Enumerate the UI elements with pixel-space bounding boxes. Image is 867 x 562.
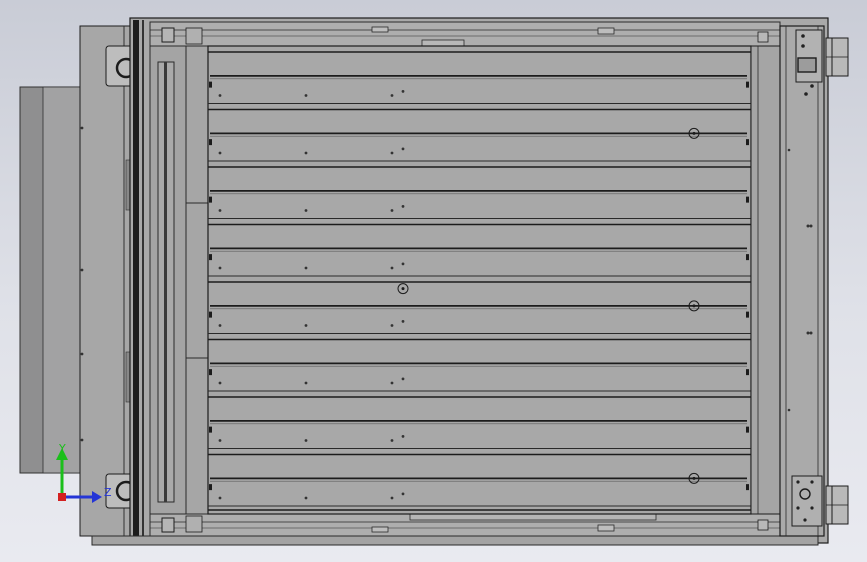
rivet-dot: [304, 266, 308, 270]
rivet-dot: [218, 381, 222, 385]
rivet-dot: [390, 439, 394, 442]
rivet-dot: [218, 439, 222, 442]
blade-end-notch-right: [746, 139, 749, 146]
triad-z-label: Z: [104, 486, 112, 499]
blade-end-notch-left: [209, 426, 212, 433]
rivet-dot: [304, 209, 308, 212]
blade-end-notch-right: [746, 426, 749, 433]
rivet-dot: [304, 324, 308, 327]
blade-bearing-center: [401, 287, 405, 291]
rivet-dot: [390, 151, 394, 155]
blade-end-notch-right: [746, 196, 749, 203]
blade-end-notch-right: [746, 254, 749, 261]
rivet-dot: [390, 94, 394, 97]
rivet-dot: [218, 496, 222, 500]
rivet-dot: [218, 209, 222, 212]
rivet-dot: [401, 435, 405, 438]
blade-bearing-center: [692, 131, 696, 135]
blade-end-notch-left: [209, 369, 212, 376]
rivet-dot: [218, 151, 222, 155]
rivet-dot: [401, 147, 405, 151]
right-hinge-bottom[interactable]: [791, 475, 849, 527]
cad-graphics-viewport[interactable]: Y Z: [0, 0, 867, 562]
rivet-dot: [390, 209, 394, 212]
rivet-dot: [304, 439, 308, 442]
rivet-dot: [218, 266, 222, 270]
blade-end-notch-right: [746, 369, 749, 376]
rivet-dot: [401, 492, 405, 496]
blade-end-notch-left: [209, 254, 212, 261]
rivet-dot: [304, 94, 308, 97]
blade-end-notch-right: [746, 484, 749, 491]
rivet-dot: [401, 262, 405, 266]
left-protruding-block[interactable]: [19, 86, 81, 474]
rivet-dot: [304, 381, 308, 385]
rivet-dot: [401, 90, 405, 93]
left-housing[interactable]: [79, 25, 132, 537]
blade-end-notch-left: [209, 139, 212, 146]
cad-model-drawing[interactable]: [0, 0, 867, 562]
triad-y-label: Y: [59, 442, 66, 455]
blade-end-notch-left: [209, 81, 212, 88]
blade-end-notch-right: [746, 311, 749, 318]
blade-bearing-center: [692, 476, 696, 480]
blade-bearing-center: [692, 304, 696, 308]
rivet-dot: [218, 94, 222, 97]
blade-end-notch-left: [209, 484, 212, 491]
right-frame[interactable]: [750, 25, 825, 537]
rivet-dot: [401, 377, 405, 381]
rivet-dot: [390, 324, 394, 327]
blade-end-notch-right: [746, 81, 749, 88]
rivet-dot: [304, 496, 308, 500]
rivet-dot: [401, 205, 405, 208]
rivet-dot: [390, 266, 394, 270]
blade-end-notch-left: [209, 196, 212, 203]
rivet-dot: [304, 151, 308, 155]
rivet-dot: [390, 496, 394, 500]
rivet-dot: [390, 381, 394, 385]
blade-end-notch-left: [209, 311, 212, 318]
rivet-dot: [401, 320, 405, 323]
rivet-dot: [218, 324, 222, 327]
